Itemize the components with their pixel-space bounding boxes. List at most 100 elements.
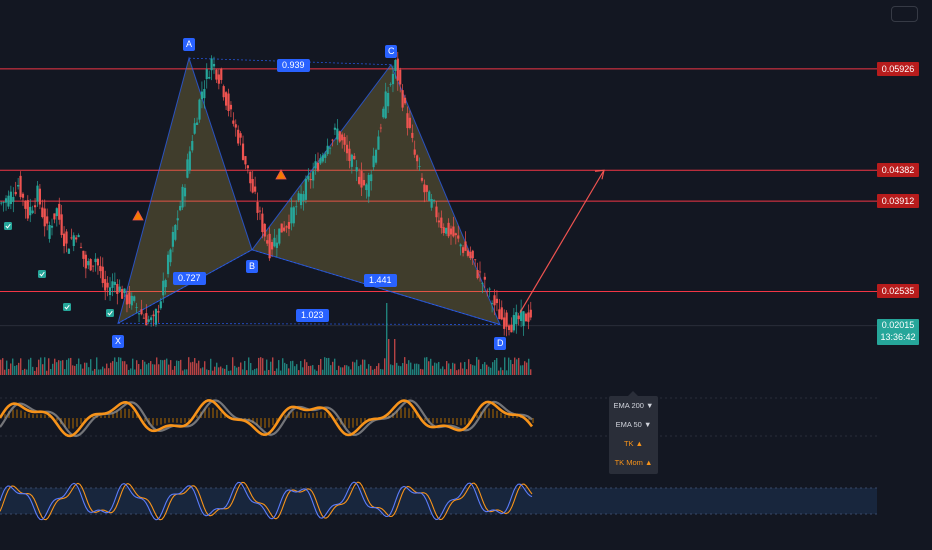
candle-body [12, 197, 15, 202]
warning-icon [276, 170, 286, 179]
momentum-histogram-bar [24, 412, 26, 418]
candle-body [183, 187, 187, 197]
candle-body [241, 143, 245, 160]
momentum-histogram-bar [104, 415, 106, 418]
legend-item[interactable]: EMA 200 ▼ [609, 396, 658, 415]
legend-item[interactable]: TK ▲ [609, 434, 658, 453]
volume-bar [172, 369, 174, 375]
candle-body [225, 92, 228, 106]
candle-body [55, 208, 58, 217]
candle-body [159, 301, 162, 309]
candle-body [77, 235, 80, 238]
buy-signal-marker [106, 309, 114, 317]
volume-bar [134, 369, 136, 375]
volume-bar [240, 362, 242, 375]
volume-bar [372, 369, 374, 375]
candle-body [258, 210, 262, 212]
volume-bar [512, 364, 514, 375]
volume-bar [330, 365, 332, 375]
volume-bar [406, 363, 408, 375]
candle-body [140, 309, 143, 315]
candle-body [154, 309, 158, 325]
candle-body [515, 312, 518, 325]
buy-signal-marker [63, 303, 71, 311]
pattern-point-label: D [494, 336, 506, 350]
candle-body [4, 198, 8, 203]
candle-body [188, 151, 191, 171]
candle-body [220, 68, 223, 80]
volume-bar [238, 366, 240, 375]
volume-bar [392, 365, 394, 375]
volume-bar [212, 370, 214, 375]
volume-bar [264, 370, 266, 375]
candle-body [471, 250, 474, 259]
volume-bar [226, 364, 228, 375]
bar-countdown: 13:36:42 [880, 331, 916, 342]
volume-bar [18, 362, 20, 375]
candle-body [387, 92, 390, 107]
momentum-histogram-bar [28, 413, 30, 418]
legend-item[interactable]: TK Mom ▲ [609, 453, 658, 472]
volume-bar [52, 363, 54, 375]
volume-bar [138, 364, 140, 375]
momentum-histogram-bar [156, 418, 158, 426]
candle-body [162, 280, 165, 296]
candle-body [445, 227, 448, 234]
momentum-histogram-bar [352, 418, 354, 428]
volume-bar [84, 362, 86, 375]
candle-body [314, 161, 317, 169]
price-level-tag: 0.03912 [877, 194, 919, 209]
volume-bar [56, 362, 58, 375]
volume-bar [124, 361, 126, 375]
candle-body [152, 314, 155, 317]
volume-bar [156, 357, 158, 375]
momentum-histogram-bar [516, 416, 518, 418]
volume-bar [328, 357, 330, 375]
volume-bar [404, 357, 406, 375]
volume-bar [154, 364, 156, 375]
volume-bar [228, 370, 230, 375]
volume-bar [222, 368, 224, 375]
volume-bar [276, 368, 278, 375]
momentum-histogram-bar [12, 409, 14, 418]
trading-chart[interactable] [0, 0, 932, 550]
candle-body [43, 208, 46, 227]
candle-body [396, 58, 399, 81]
candle-body [135, 307, 138, 308]
candle-body [457, 235, 460, 239]
volume-bar [32, 366, 34, 375]
momentum-histogram-bar [360, 418, 362, 424]
momentum-histogram-bar [492, 409, 494, 418]
pattern-ratio-label: 0.727 [173, 272, 206, 285]
candle-body [280, 223, 283, 233]
pattern-point-label: C [385, 44, 397, 58]
candle-body [333, 127, 337, 130]
volume-bar [66, 359, 68, 375]
candle-body [348, 148, 351, 161]
candle-body [399, 69, 402, 85]
candle-body [121, 289, 124, 299]
volume-bar [494, 359, 496, 375]
candle-body [517, 315, 520, 320]
volume-bar [396, 362, 398, 375]
volume-bar [122, 361, 124, 375]
volume-bar [0, 359, 2, 375]
momentum-histogram-bar [152, 418, 154, 426]
candle-body [157, 311, 160, 313]
volume-bar [70, 357, 72, 375]
price-level-tag: 0.04382 [877, 163, 919, 178]
candle-body [150, 317, 153, 321]
momentum-histogram-bar [444, 418, 446, 423]
volume-bar [196, 363, 198, 375]
volume-bar [150, 361, 152, 375]
chart-settings-button[interactable] [891, 6, 918, 22]
volume-bar [116, 361, 118, 375]
legend-item[interactable]: EMA 50 ▼ [609, 415, 658, 434]
candle-body [336, 128, 339, 140]
volume-bar [270, 361, 272, 375]
candle-body [164, 279, 167, 288]
candle-body [295, 206, 298, 208]
pattern-ratio-label: 1.441 [364, 274, 397, 287]
volume-bar [220, 366, 222, 375]
volume-bar [448, 363, 450, 375]
